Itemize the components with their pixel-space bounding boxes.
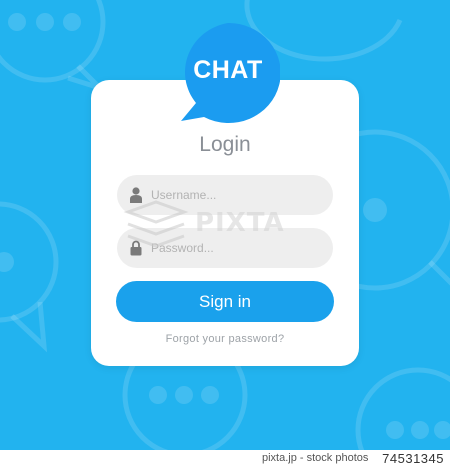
footer-source: pixta.jp - stock photos	[262, 452, 369, 464]
password-field[interactable]	[117, 228, 333, 268]
sign-in-button[interactable]: Sign in	[116, 281, 334, 322]
username-input[interactable]	[151, 175, 321, 215]
forgot-password-link[interactable]: Forgot your password?	[91, 333, 359, 345]
user-icon	[130, 187, 142, 203]
login-screen: CHAT Login PIXTA Sign in Forgot your pas…	[0, 0, 450, 468]
chat-badge: CHAT	[176, 23, 280, 127]
stock-footer: pixta.jp - stock photos 74531345	[0, 450, 450, 468]
page-title: Login	[199, 133, 251, 156]
chat-bubble-icon	[0, 201, 59, 353]
password-input[interactable]	[151, 228, 321, 268]
footer-image-id: 74531345	[382, 451, 444, 466]
lock-icon	[130, 240, 142, 256]
chat-badge-label: CHAT	[193, 56, 263, 84]
username-field[interactable]	[117, 175, 333, 215]
